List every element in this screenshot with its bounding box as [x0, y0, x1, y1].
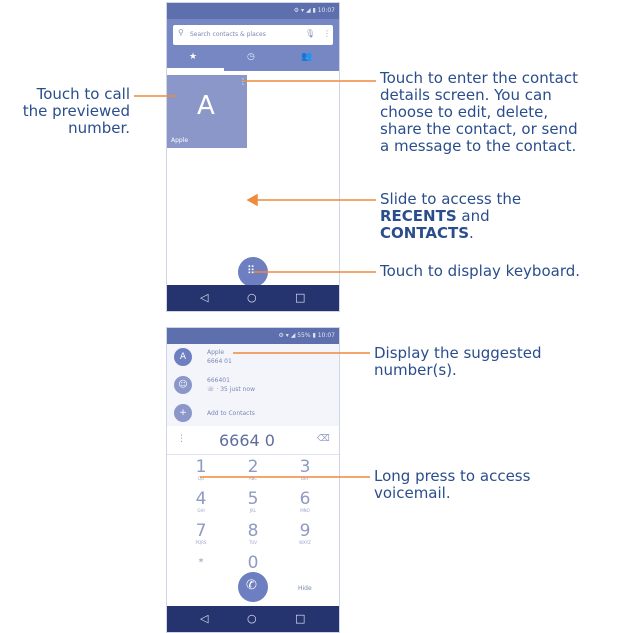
annotation-slide: Slide to access the RECENTS and CONTACTS… [380, 191, 624, 242]
annotation-voicemail-line1: Long press to access [374, 467, 531, 485]
annotation-keyboard-line1: Touch to display keyboard. [380, 262, 581, 280]
annotation-details-line2: details screen. You can [380, 86, 552, 104]
arrowhead-slide [246, 193, 258, 207]
recents-label: RECENTS [380, 207, 457, 225]
annotation-slide-line1: Slide to access the [380, 190, 522, 208]
annotation-details-line4: share the contact, or send [380, 120, 578, 138]
annotation-call-line1: Touch to call [36, 85, 130, 103]
annotation-slide-line2: RECENTS and [380, 208, 624, 225]
and-label: and [456, 207, 490, 225]
annotation-slide-line3: CONTACTS. [380, 225, 624, 242]
annotation-suggest: Display the suggested number(s). [374, 345, 622, 379]
annotation-voicemail-line2: voicemail. [374, 484, 451, 502]
annotation-call-line3: number. [68, 119, 130, 137]
annotation-details: Touch to enter the contact details scree… [380, 70, 624, 155]
annotation-call: Touch to call the previewed number. [0, 86, 130, 137]
annotation-voicemail: Long press to access voicemail. [374, 468, 622, 502]
annotation-details-line1: Touch to enter the contact [380, 69, 578, 87]
annotation-suggest-line1: Display the suggested [374, 344, 542, 362]
annotation-details-line5: a message to the contact. [380, 137, 577, 155]
annotation-keyboard: Touch to display keyboard. [380, 263, 624, 280]
contacts-label: CONTACTS [380, 224, 470, 242]
annotation-call-line2: the previewed [22, 102, 130, 120]
period-label: . [469, 224, 474, 242]
annotation-suggest-line2: number(s). [374, 361, 457, 379]
annotation-details-line3: choose to edit, delete, [380, 103, 549, 121]
